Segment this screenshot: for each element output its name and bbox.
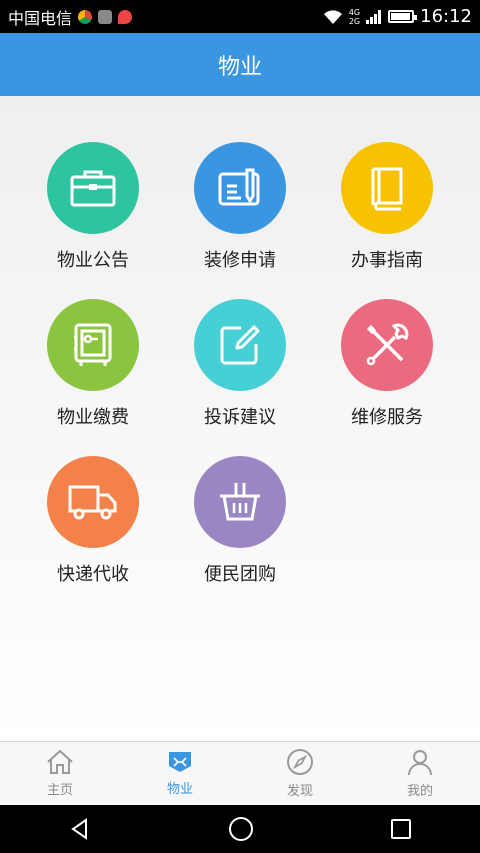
signal-icon bbox=[366, 9, 382, 24]
app-header: 物业 bbox=[0, 33, 480, 96]
network-tag-2g: 2G bbox=[348, 16, 361, 26]
chrome-notification-icon bbox=[78, 9, 93, 24]
group-buy-circle bbox=[194, 456, 286, 548]
announcement-label: 物业公告 bbox=[57, 250, 129, 271]
battery-icon bbox=[388, 10, 418, 23]
main-content: 物业公告 装修申请 办事指南 物业缴费 投诉建议 维修服务 快递代收 便民团购 bbox=[0, 96, 480, 741]
user-icon bbox=[408, 750, 432, 776]
battery-fill bbox=[391, 13, 410, 20]
repair-label: 维修服务 bbox=[351, 407, 423, 428]
tab-discover[interactable]: 发现 bbox=[240, 742, 360, 805]
service-tile-repair[interactable]: 维修服务 bbox=[322, 299, 452, 449]
carrier-label: 中国电信 bbox=[8, 8, 73, 28]
system-nav-bar bbox=[0, 805, 480, 853]
compass-icon bbox=[287, 749, 313, 775]
property-icon bbox=[169, 752, 191, 772]
payment-circle bbox=[47, 299, 139, 391]
tab-mine-label: 我的 bbox=[406, 784, 433, 799]
tab-discover-label: 发现 bbox=[286, 784, 313, 799]
form-pen-icon bbox=[218, 168, 260, 206]
guide-label: 办事指南 bbox=[351, 250, 423, 271]
truck-icon bbox=[68, 485, 117, 520]
network-tag-4g: 4G bbox=[348, 7, 361, 17]
book-icon bbox=[371, 167, 403, 211]
payment-label: 物业缴费 bbox=[57, 407, 129, 428]
service-tile-group-buy[interactable]: 便民团购 bbox=[175, 456, 305, 606]
basket-icon bbox=[220, 483, 260, 521]
delivery-circle bbox=[47, 456, 139, 548]
page-title: 物业 bbox=[217, 54, 262, 80]
map-notification-icon bbox=[118, 9, 133, 24]
service-tile-guide[interactable]: 办事指南 bbox=[322, 142, 452, 292]
clock: 16:12 bbox=[420, 6, 472, 27]
tab-home[interactable]: 主页 bbox=[0, 742, 120, 805]
tab-property[interactable]: 物业 bbox=[120, 742, 240, 805]
tab-home-label: 主页 bbox=[46, 783, 73, 798]
complaint-circle bbox=[194, 299, 286, 391]
repair-circle bbox=[341, 299, 433, 391]
status-left: 中国电信 bbox=[8, 5, 133, 29]
home-circle-icon[interactable] bbox=[228, 816, 254, 842]
back-icon[interactable] bbox=[68, 817, 92, 841]
guide-circle bbox=[341, 142, 433, 234]
recents-icon[interactable] bbox=[390, 818, 412, 840]
status-right: 4G 2G 16:12 bbox=[323, 6, 472, 27]
announcement-circle bbox=[47, 142, 139, 234]
home-icon bbox=[47, 749, 73, 774]
group-buy-label: 便民团购 bbox=[204, 564, 276, 585]
edit-icon bbox=[220, 325, 260, 365]
delivery-label: 快递代收 bbox=[57, 564, 129, 585]
service-tile-announcement[interactable]: 物业公告 bbox=[28, 142, 158, 292]
safe-icon bbox=[74, 323, 112, 366]
status-bar: 中国电信 4G 2G 16:12 bbox=[0, 0, 480, 33]
service-tile-complaint[interactable]: 投诉建议 bbox=[175, 299, 305, 449]
network-tags: 4G 2G bbox=[349, 8, 360, 26]
briefcase-icon bbox=[70, 170, 116, 207]
renovation-circle bbox=[194, 142, 286, 234]
service-tile-renovation[interactable]: 装修申请 bbox=[175, 142, 305, 292]
tab-property-label: 物业 bbox=[166, 782, 193, 797]
bottom-tab-bar: 主页 物业 发现 我的 bbox=[0, 741, 480, 805]
complaint-label: 投诉建议 bbox=[204, 407, 276, 428]
renovation-label: 装修申请 bbox=[204, 250, 276, 271]
service-tile-payment[interactable]: 物业缴费 bbox=[28, 299, 158, 449]
tab-mine[interactable]: 我的 bbox=[360, 742, 480, 805]
service-tile-delivery[interactable]: 快递代收 bbox=[28, 456, 158, 606]
wifi-icon bbox=[323, 9, 342, 24]
tools-icon bbox=[366, 323, 409, 366]
image-notification-icon bbox=[98, 9, 113, 24]
